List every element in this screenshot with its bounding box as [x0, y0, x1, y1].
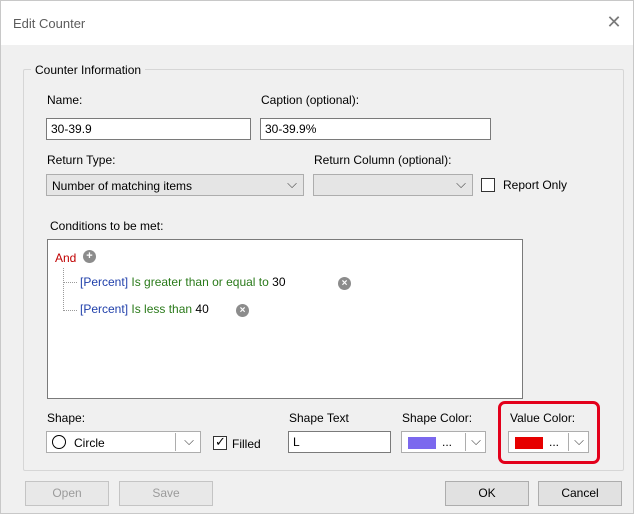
save-button[interactable]: Save: [119, 481, 213, 506]
shape-color-label: Shape Color:: [402, 411, 473, 425]
remove-condition-icon[interactable]: ×: [236, 304, 249, 317]
cancel-button[interactable]: Cancel: [538, 481, 622, 506]
dialog-title: Edit Counter: [13, 16, 86, 31]
condition-operator: Is less than: [131, 302, 193, 316]
report-only-label: Report Only: [503, 178, 568, 192]
return-column-select[interactable]: ⌵: [313, 174, 473, 196]
condition-field: [Percent]: [80, 302, 129, 316]
tree-line: [63, 310, 77, 311]
return-type-value: Number of matching items: [52, 179, 193, 193]
condition-operator: Is greater than or equal to: [131, 275, 269, 289]
conditions-tree[interactable]: And + [Percent] Is greater than or equal…: [47, 239, 523, 399]
divider: [465, 433, 466, 451]
condition-field: [Percent]: [80, 275, 129, 289]
condition-root-and[interactable]: And: [55, 251, 76, 265]
name-label: Name:: [47, 93, 83, 107]
chevron-down-icon: ⌵: [184, 433, 194, 448]
add-condition-icon[interactable]: +: [83, 250, 96, 263]
shape-text-input[interactable]: L: [288, 431, 391, 453]
title-bar: Edit Counter ✕: [1, 1, 633, 45]
caption-input[interactable]: 30-39.9%: [260, 118, 491, 140]
condition-value: 40: [195, 302, 209, 316]
more-label: ...: [442, 435, 453, 449]
circle-shape-icon: [52, 435, 66, 449]
caption-label: Caption (optional):: [261, 93, 360, 107]
chevron-down-icon: ⌵: [456, 176, 466, 191]
return-type-select[interactable]: Number of matching items ⌵: [46, 174, 304, 196]
shape-text-label: Shape Text: [289, 411, 349, 425]
shape-select[interactable]: Circle ⌵: [46, 431, 201, 453]
chevron-down-icon: ⌵: [471, 433, 481, 448]
report-only-checkbox[interactable]: [481, 178, 495, 192]
check-icon: ✓: [215, 434, 226, 449]
shape-value: Circle: [74, 436, 105, 450]
return-type-label: Return Type:: [47, 153, 116, 167]
name-input[interactable]: 30-39.9: [46, 118, 251, 140]
shape-color-swatch: [408, 437, 436, 449]
close-icon[interactable]: ✕: [603, 11, 625, 33]
tree-line: [63, 268, 64, 311]
open-button[interactable]: Open: [25, 481, 109, 506]
value-color-highlight: [498, 401, 600, 464]
group-legend: Counter Information: [31, 63, 146, 77]
conditions-label: Conditions to be met:: [50, 219, 164, 233]
condition-item[interactable]: [Percent] Is greater than or equal to 30: [80, 275, 286, 289]
chevron-down-icon: ⌵: [287, 176, 297, 191]
shape-label: Shape:: [47, 411, 86, 425]
shape-color-picker[interactable]: ... ⌵: [401, 431, 486, 453]
filled-checkbox[interactable]: ✓: [213, 434, 227, 450]
condition-item[interactable]: [Percent] Is less than 40: [80, 302, 209, 316]
edit-counter-dialog: Edit Counter ✕ Counter Information Name:…: [0, 0, 634, 514]
condition-value: 30: [272, 275, 286, 289]
divider: [175, 433, 176, 451]
filled-label: Filled: [232, 437, 261, 451]
ok-button[interactable]: OK: [445, 481, 529, 506]
remove-condition-icon[interactable]: ×: [338, 277, 351, 290]
return-column-label: Return Column (optional):: [314, 153, 452, 167]
tree-line: [63, 282, 77, 283]
